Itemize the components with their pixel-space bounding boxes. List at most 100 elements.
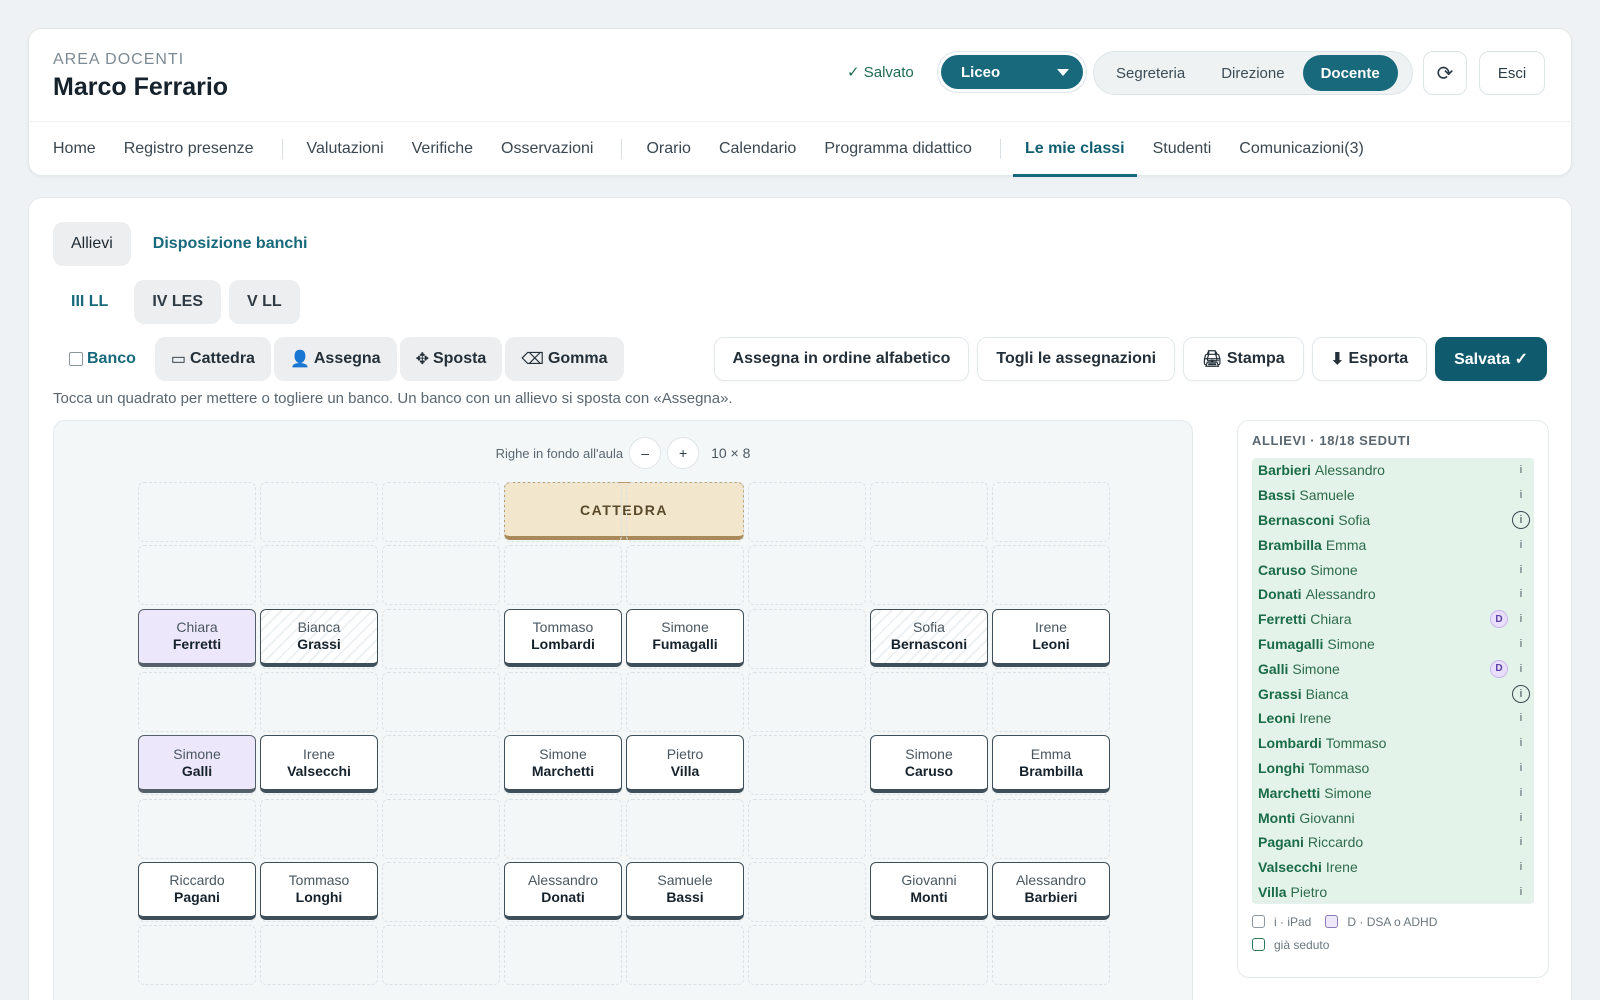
grid-cell[interactable]	[626, 671, 744, 732]
student-row[interactable]: Marchetti Simone i	[1252, 780, 1534, 806]
grid-cell[interactable]	[748, 545, 866, 606]
info-icon[interactable]: i	[1512, 510, 1530, 529]
info-icon[interactable]: i	[1514, 613, 1528, 625]
tab-disposizione-banchi[interactable]: Disposizione banchi	[135, 222, 326, 266]
student-desk[interactable]: Alessandro Donati	[504, 861, 622, 920]
grid-cell[interactable]	[626, 925, 744, 986]
grid-cell[interactable]	[138, 671, 256, 732]
student-desk[interactable]: Simone Caruso	[870, 735, 988, 794]
student-row[interactable]: Leoni Irene i	[1252, 705, 1534, 731]
student-row[interactable]: Donati Alessandro i	[1252, 581, 1534, 607]
student-desk[interactable]: Riccardo Pagani	[138, 861, 256, 920]
nav-home[interactable]: Home	[53, 121, 96, 177]
clear-assignments-button[interactable]: Togli le assegnazioni	[977, 337, 1176, 381]
grid-cell[interactable]	[138, 545, 256, 606]
info-icon[interactable]: i	[1514, 564, 1528, 576]
info-icon[interactable]: i	[1512, 684, 1530, 703]
grid-cell[interactable]	[382, 671, 500, 732]
grid-cell[interactable]	[626, 482, 744, 542]
info-icon[interactable]: i	[1514, 787, 1528, 799]
student-row[interactable]: Ferretti Chiara Di	[1252, 606, 1534, 632]
rows-decrement-button[interactable]: –	[629, 437, 662, 469]
tool-gomma[interactable]: ⌫ Gomma	[505, 337, 624, 381]
grid-cell[interactable]	[504, 671, 622, 732]
grid-cell[interactable]	[870, 671, 988, 732]
grid-cell[interactable]	[260, 798, 378, 859]
role-direzione[interactable]: Direzione	[1203, 55, 1302, 91]
grid-cell[interactable]	[748, 671, 866, 732]
grid-cell[interactable]	[260, 925, 378, 986]
tool-sposta[interactable]: ✥ Sposta	[399, 337, 503, 381]
info-icon[interactable]: i	[1514, 464, 1528, 476]
grid-cell[interactable]	[504, 482, 622, 542]
info-icon[interactable]: i	[1514, 861, 1528, 873]
grid-cell[interactable]	[748, 608, 866, 669]
nav-orario[interactable]: Orario	[646, 121, 690, 177]
nav-calendario[interactable]: Calendario	[719, 121, 796, 177]
student-desk[interactable]: Alessandro Barbieri	[992, 861, 1110, 920]
nav-registro-presenze[interactable]: Registro presenze	[124, 121, 254, 177]
student-row[interactable]: Longhi Tommaso i	[1252, 755, 1534, 781]
info-icon[interactable]: i	[1514, 812, 1528, 824]
student-desk[interactable]: Irene Valsecchi	[260, 735, 378, 794]
grid-cell[interactable]	[382, 545, 500, 606]
class-v-ll[interactable]: V LL	[229, 280, 300, 324]
info-icon[interactable]: i	[1514, 638, 1528, 650]
grid-cell[interactable]	[382, 798, 500, 859]
role-segreteria[interactable]: Segreteria	[1098, 55, 1203, 91]
role-docente[interactable]: Docente	[1302, 55, 1398, 91]
nav-valutazioni[interactable]: Valutazioni	[307, 121, 384, 177]
student-desk[interactable]: Simone Galli	[138, 735, 256, 794]
grid-cell[interactable]	[992, 798, 1110, 859]
nav-osservazioni[interactable]: Osservazioni	[501, 121, 593, 177]
grid-cell[interactable]	[504, 925, 622, 986]
student-desk[interactable]: Sofia Bernasconi	[870, 608, 988, 667]
print-button[interactable]: 🖨 Stampa	[1183, 337, 1304, 381]
student-desk[interactable]: Samuele Bassi	[626, 861, 744, 920]
student-desk[interactable]: Simone Fumagalli	[626, 608, 744, 667]
grid-cell[interactable]	[382, 925, 500, 986]
student-desk[interactable]: Bianca Grassi	[260, 608, 378, 667]
grid-cell[interactable]	[748, 861, 866, 922]
grid-cell[interactable]	[260, 545, 378, 606]
grid-cell[interactable]	[382, 482, 500, 542]
grid-cell[interactable]	[382, 861, 500, 922]
info-icon[interactable]: i	[1514, 588, 1528, 600]
saved-button[interactable]: Salvata ✓	[1435, 337, 1547, 381]
grid-cell[interactable]	[504, 545, 622, 606]
nav-studenti[interactable]: Studenti	[1153, 121, 1212, 177]
student-desk[interactable]: Pietro Villa	[626, 735, 744, 794]
student-row[interactable]: Bernasconi Sofia i	[1252, 507, 1534, 533]
grid-cell[interactable]	[748, 798, 866, 859]
nav-programma-didattico[interactable]: Programma didattico	[824, 121, 972, 177]
exit-button[interactable]: Esci	[1479, 51, 1545, 95]
info-icon[interactable]: i	[1514, 663, 1528, 675]
grid-cell[interactable]	[870, 545, 988, 606]
student-row[interactable]: Pagani Riccardo i	[1252, 829, 1534, 855]
grid-cell[interactable]	[138, 925, 256, 986]
tool-cattedra[interactable]: ▭ Cattedra	[154, 337, 271, 381]
student-row[interactable]: Lombardi Tommaso i	[1252, 730, 1534, 756]
student-row[interactable]: Grassi Bianca i	[1252, 681, 1534, 706]
student-row[interactable]: Monti Giovanni i	[1252, 805, 1534, 830]
school-select[interactable]: Liceo	[937, 51, 1087, 93]
school-select-inner[interactable]: Liceo	[941, 55, 1083, 89]
grid-cell[interactable]	[382, 608, 500, 669]
grid-cell[interactable]	[504, 798, 622, 859]
tool-banco[interactable]: Banco	[53, 337, 152, 381]
grid-cell[interactable]	[870, 925, 988, 986]
grid-cell[interactable]	[748, 925, 866, 986]
grid-cell[interactable]	[626, 798, 744, 859]
student-row[interactable]: Bassi Samuele i	[1252, 482, 1534, 508]
info-icon[interactable]: i	[1514, 539, 1528, 551]
grid-cell[interactable]	[870, 482, 988, 542]
grid-cell[interactable]	[138, 798, 256, 859]
student-desk[interactable]: Tommaso Longhi	[260, 861, 378, 920]
student-row[interactable]: Brambilla Emma i	[1252, 532, 1534, 558]
student-row[interactable]: Barbieri Alessandro i	[1252, 458, 1534, 483]
nav-comunicazioni[interactable]: Comunicazioni(3)	[1239, 121, 1364, 177]
info-icon[interactable]: i	[1514, 762, 1528, 774]
student-desk[interactable]: Emma Brambilla	[992, 735, 1110, 794]
student-desk[interactable]: Irene Leoni	[992, 608, 1110, 667]
student-row[interactable]: Caruso Simone i	[1252, 557, 1534, 582]
